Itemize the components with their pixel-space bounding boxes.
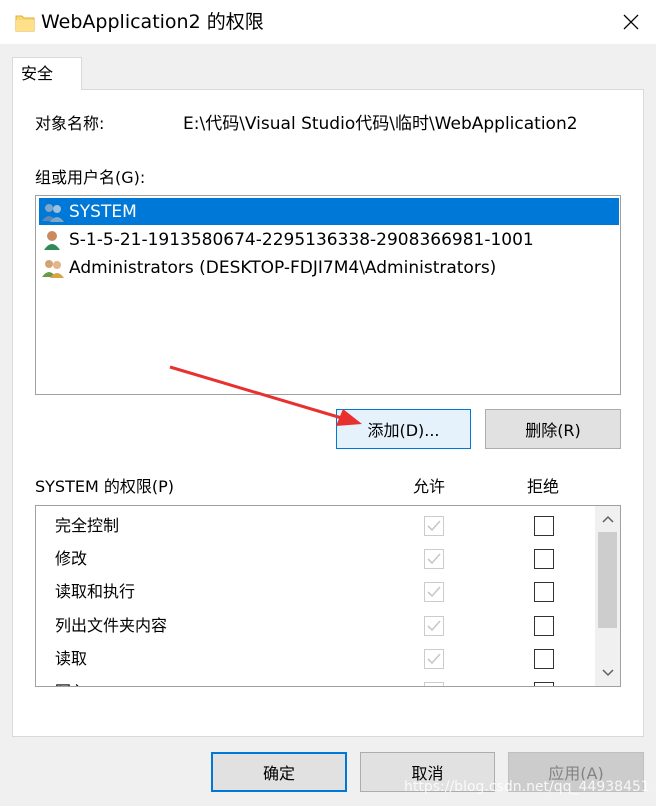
allow-checkbox[interactable]: [424, 549, 444, 569]
ok-button[interactable]: 确定: [211, 752, 347, 792]
scroll-thumb[interactable]: [598, 532, 617, 628]
watermark-text: https://blog.csdn.net/qq_44938451: [404, 779, 650, 795]
close-button[interactable]: [606, 0, 656, 44]
allow-checkbox[interactable]: [424, 649, 444, 669]
permission-name: 写入: [55, 682, 87, 686]
permission-name: 读取: [55, 649, 88, 668]
object-name-label: 对象名称:: [35, 114, 105, 133]
unknown-user-icon: [44, 230, 60, 250]
permissions-listbox[interactable]: 完全控制 修改 读取和执行 列出文件夹内容 读取 写入: [35, 505, 621, 687]
permission-name: 修改: [55, 549, 88, 568]
allow-checkbox[interactable]: [424, 682, 444, 686]
allow-checkbox[interactable]: [424, 516, 444, 536]
groups-listbox[interactable]: SYSTEM S-1-5-21-1913580674-2295136338-29…: [35, 195, 621, 395]
remove-button[interactable]: 删除(R): [485, 409, 621, 449]
allow-header: 允许: [413, 477, 446, 496]
scroll-up-button[interactable]: [595, 508, 620, 530]
permissions-scrollbar[interactable]: [595, 506, 620, 686]
window-title: WebApplication2 的权限: [41, 11, 264, 33]
deny-checkbox[interactable]: [534, 549, 554, 569]
deny-checkbox[interactable]: [534, 682, 554, 686]
tab-security[interactable]: 安全: [12, 57, 82, 90]
deny-checkbox[interactable]: [534, 649, 554, 669]
scroll-down-button[interactable]: [595, 662, 620, 684]
permission-row: 完全控制: [36, 510, 596, 543]
list-item-label: SYSTEM: [69, 201, 137, 222]
close-icon: [623, 14, 639, 30]
permission-row: 读取和执行: [36, 576, 596, 609]
allow-checkbox[interactable]: [424, 616, 444, 636]
deny-checkbox[interactable]: [534, 616, 554, 636]
folder-icon: [15, 15, 35, 32]
list-item-administrators[interactable]: Administrators (DESKTOP-FDJI7M4\Administ…: [39, 254, 619, 281]
groups-label: 组或用户名(G):: [35, 168, 146, 187]
list-item-system[interactable]: SYSTEM: [39, 198, 619, 225]
list-item-label: S-1-5-21-1913580674-2295136338-290836698…: [69, 229, 534, 250]
chevron-down-icon: [601, 669, 614, 677]
permission-row: 修改: [36, 543, 596, 576]
chevron-up-icon: [601, 515, 614, 523]
add-button[interactable]: 添加(D)...: [336, 409, 471, 449]
title-bar: WebApplication2 的权限: [0, 0, 656, 44]
permission-row: 列出文件夹内容: [36, 610, 596, 643]
group-users-icon: [42, 259, 64, 278]
allow-checkbox[interactable]: [424, 582, 444, 602]
list-item-sid[interactable]: S-1-5-21-1913580674-2295136338-290836698…: [39, 226, 619, 253]
deny-header: 拒绝: [527, 477, 560, 496]
permission-name: 列出文件夹内容: [55, 616, 168, 635]
permission-row: 读取: [36, 643, 596, 676]
group-users-icon: [42, 203, 64, 222]
deny-checkbox[interactable]: [534, 516, 554, 536]
permission-name: 读取和执行: [55, 582, 136, 601]
permissions-label: SYSTEM 的权限(P): [35, 477, 174, 496]
deny-checkbox[interactable]: [534, 582, 554, 602]
permission-name: 完全控制: [55, 516, 120, 535]
permission-row: 写入: [36, 676, 596, 686]
object-path: E:\代码\Visual Studio代码\临时\WebApplication2: [183, 114, 578, 134]
list-item-label: Administrators (DESKTOP-FDJI7M4\Administ…: [69, 257, 497, 278]
